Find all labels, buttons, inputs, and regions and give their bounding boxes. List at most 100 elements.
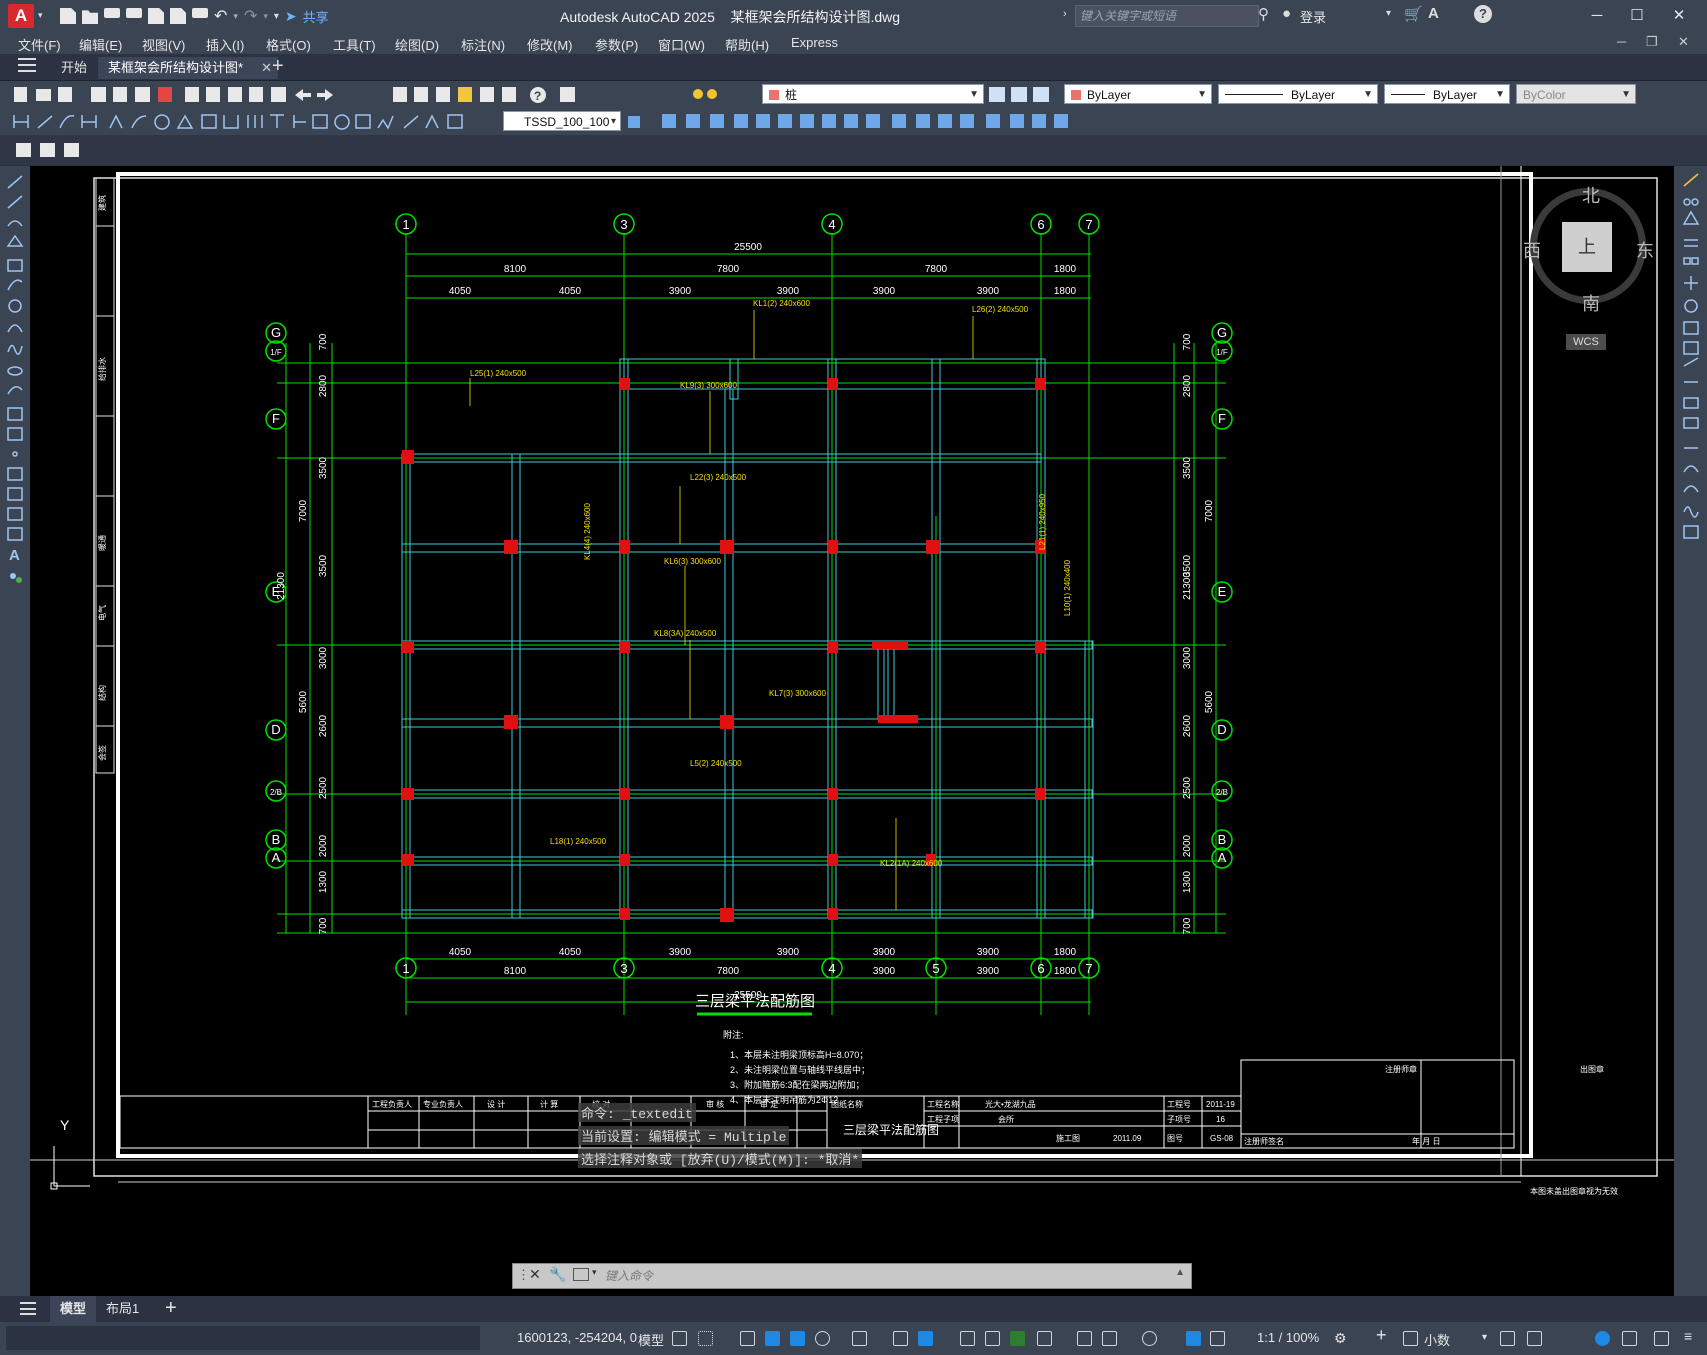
doc-close-button[interactable]: ✕ (1678, 34, 1689, 50)
redo-icon[interactable]: ↷ (244, 6, 257, 26)
viewcube-south[interactable]: 南 (1582, 290, 1600, 316)
tab-model[interactable]: 模型 (50, 1296, 96, 1322)
wcs-menu[interactable]: WCS (1566, 334, 1606, 350)
gizmo-icon[interactable] (1142, 1331, 1157, 1346)
menu-dimension[interactable]: 标注(N) (461, 35, 505, 54)
tab-document[interactable]: 某框架会所结构设计图* ✕ (98, 57, 278, 79)
user-icon[interactable]: ● (1282, 5, 1291, 22)
snap-icon[interactable] (698, 1331, 713, 1346)
command-history-toggle-icon[interactable]: ▲ (1175, 1267, 1185, 1278)
share-button[interactable]: 共享 (303, 7, 329, 26)
account-dropdown-icon[interactable]: ▾ (1386, 8, 1391, 19)
open-from-web-icon[interactable] (148, 8, 164, 24)
standard-toolbar-icons[interactable]: ? (8, 81, 688, 108)
close-button[interactable]: ✕ (1659, 5, 1699, 27)
autocad-logo-button[interactable]: A (8, 4, 34, 28)
menu-draw[interactable]: 绘图(D) (395, 35, 439, 54)
layer-dropdown[interactable]: 桩 ▼ (762, 84, 984, 104)
search-input[interactable]: 键入关键字或短语 (1075, 5, 1259, 27)
isodraft-icon[interactable] (852, 1331, 867, 1346)
polar-tracking-icon[interactable] (815, 1331, 830, 1346)
clean-screen-icon[interactable] (1622, 1331, 1637, 1346)
minimize-button[interactable]: ─ (1577, 5, 1617, 27)
customization-menu-icon[interactable]: ≡ (1684, 1328, 1692, 1344)
hamburger-menu-icon[interactable] (18, 58, 36, 72)
selection-filter-icon[interactable] (1102, 1331, 1117, 1346)
recent-commands-icon[interactable] (573, 1268, 589, 1281)
save-to-web-icon[interactable] (170, 8, 186, 24)
graphics-performance-icon[interactable] (1595, 1331, 1610, 1346)
dynamic-input-icon[interactable] (765, 1331, 780, 1346)
menu-file[interactable]: 文件(F) (18, 35, 61, 54)
modify-side-icons[interactable] (1674, 166, 1707, 566)
auto-scale-icon[interactable] (1210, 1331, 1225, 1346)
viewcube-north[interactable]: 北 (1582, 182, 1600, 208)
chevron-down-icon[interactable]: ▾ (592, 1267, 597, 1278)
menu-insert[interactable]: 插入(I) (206, 35, 244, 54)
object-snap-tracking-icon[interactable] (893, 1331, 908, 1346)
chevron-down-icon[interactable]: ▾ (1482, 1332, 1487, 1343)
menu-tools[interactable]: 工具(T) (333, 35, 376, 54)
dynamic-ucs-icon[interactable] (1077, 1331, 1092, 1346)
search-icon[interactable]: ⚲ (1258, 5, 1269, 23)
draw-toolbar-icons[interactable]: A (0, 166, 30, 616)
redo-dropdown-icon[interactable]: ▾ (263, 11, 268, 22)
tab-layout1[interactable]: 布局1 (106, 1296, 139, 1322)
menu-format[interactable]: 格式(O) (266, 35, 311, 54)
selection-cycling-icon[interactable] (1010, 1331, 1025, 1346)
plotstyle-dropdown[interactable]: ByColor ▼ (1516, 84, 1636, 104)
plot-icon[interactable] (192, 8, 208, 24)
modify-toolbar-icons[interactable] (626, 108, 1146, 135)
undo-dropdown-icon[interactable]: ▾ (233, 11, 238, 22)
new-tab-button[interactable]: + (272, 55, 284, 78)
units-icon[interactable] (1403, 1331, 1418, 1346)
workspace-gear-icon[interactable]: ⚙ (1334, 1330, 1347, 1347)
lock-ui-icon[interactable] (1527, 1331, 1542, 1346)
viewcube-east[interactable]: 东 (1636, 237, 1654, 263)
dimstyle-dropdown[interactable]: TSSD_100_100 ▾ (503, 111, 621, 131)
new-layout-button[interactable]: + (165, 1297, 177, 1320)
command-line[interactable]: ⋮ ✕ 🔧 ▾ 键入命令 ▲ (512, 1263, 1192, 1289)
viewcube-top-face[interactable]: 上 (1562, 222, 1612, 272)
save-icon[interactable] (104, 8, 120, 24)
menu-express[interactable]: Express (791, 35, 838, 50)
annotation-scale[interactable]: 1:1 / 100% (1257, 1330, 1319, 1345)
annotation-visibility-icon[interactable] (1186, 1331, 1201, 1346)
app-menu-chevron-icon[interactable]: ▾ (38, 10, 43, 21)
linetype-dropdown[interactable]: ByLayer ▼ (1218, 84, 1378, 104)
menu-view[interactable]: 视图(V) (142, 35, 185, 54)
drawing-canvas[interactable]: 会签 结构 电气 暖通 给排水 建筑 1 3 4 6 7 1 3 4 5 6 7… (30, 166, 1674, 1296)
customize-command-icon[interactable]: 🔧 (549, 1266, 566, 1283)
login-button[interactable]: 登录 (1300, 7, 1326, 26)
doc-minimize-button[interactable]: ─ (1617, 34, 1626, 49)
3d-osnap-icon[interactable] (1037, 1331, 1052, 1346)
layer-state-icons[interactable] (690, 81, 730, 108)
transparency-icon[interactable] (985, 1331, 1000, 1346)
fullscreen-icon[interactable] (1654, 1331, 1669, 1346)
new-file-icon[interactable] (60, 8, 76, 24)
search-expand-icon[interactable]: › (1063, 8, 1067, 20)
autodesk-a360-icon[interactable]: A (1428, 5, 1439, 22)
model-space-button[interactable]: 模型 (638, 1330, 664, 1349)
quick-properties-icon[interactable] (1500, 1331, 1515, 1346)
cart-icon[interactable]: 🛒 (1404, 5, 1423, 23)
menu-window[interactable]: 窗口(W) (658, 35, 705, 54)
lineweight-icon[interactable] (960, 1331, 975, 1346)
help-icon[interactable]: ? (1474, 5, 1492, 23)
extra-toolbar-icons[interactable] (10, 135, 90, 165)
customize-qat-icon[interactable]: ▾ (274, 11, 279, 22)
undo-icon[interactable]: ↶ (214, 6, 227, 26)
units-value[interactable]: 小数 (1424, 1330, 1450, 1349)
tab-close-icon[interactable]: ✕ (261, 57, 272, 79)
dimension-toolbar-icons[interactable] (8, 108, 508, 135)
doc-restore-button[interactable]: ❐ (1646, 34, 1658, 50)
annotation-monitor-icon[interactable]: + (1376, 1325, 1387, 1346)
close-command-icon[interactable]: ✕ (529, 1266, 541, 1283)
viewcube-west[interactable]: 西 (1523, 237, 1541, 263)
layer-tools-icons[interactable] (985, 81, 1055, 108)
color-dropdown[interactable]: ByLayer ▼ (1064, 84, 1212, 104)
infer-constraints-icon[interactable] (740, 1331, 755, 1346)
save-as-icon[interactable] (126, 8, 142, 24)
ortho-icon[interactable] (790, 1331, 805, 1346)
lineweight-dropdown[interactable]: ByLayer ▼ (1384, 84, 1510, 104)
